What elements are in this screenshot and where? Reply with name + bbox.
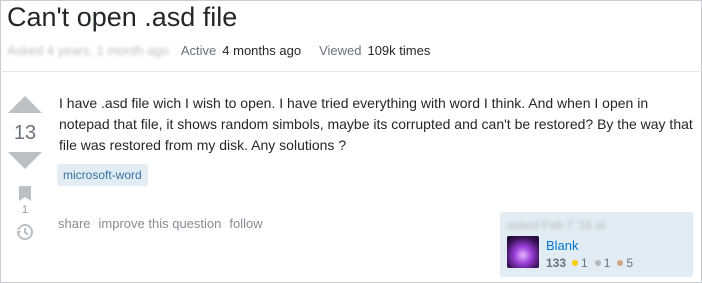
viewed-value: 109k times (367, 43, 431, 58)
vote-count: 13 (13, 122, 37, 144)
asked-date-blurred: Asked 4 years, 1 month ago (7, 43, 169, 58)
down-vote-arrow-icon[interactable] (8, 152, 42, 169)
page-title[interactable]: Can't open .asd file (7, 2, 237, 33)
follow-link[interactable]: follow (229, 216, 262, 231)
silver-badge-icon (594, 260, 601, 266)
up-vote-arrow-icon[interactable] (8, 96, 42, 113)
bronze-badge-icon (617, 260, 624, 266)
vote-cell: 13 1 (8, 96, 42, 242)
avatar[interactable] (507, 236, 539, 268)
viewed-label: Viewed (319, 43, 362, 58)
gold-badge-icon (572, 260, 579, 266)
active-value[interactable]: 4 months ago (222, 43, 301, 58)
bronze-badge-count: 5 (626, 256, 634, 270)
header-divider (0, 71, 700, 72)
tag-microsoft-word[interactable]: microsoft-word (57, 164, 148, 186)
question-meta: Asked 4 years, 1 month ago Active 4 mont… (7, 43, 430, 58)
asked-date-blurred: asked Feb 7 '16 at (507, 218, 606, 232)
bookmark-count: 1 (21, 204, 29, 216)
share-link[interactable]: share (58, 216, 91, 231)
gold-badge-count: 1 (581, 256, 588, 270)
improve-question-link[interactable]: improve this question (99, 216, 222, 231)
user-name[interactable]: Blank (546, 238, 579, 253)
user-reputation: 133 1 1 5 (546, 256, 637, 270)
bookmark-icon[interactable] (19, 186, 31, 201)
silver-badge-count: 1 (603, 256, 611, 270)
question-body: I have .asd file wich I wish to open. I … (59, 95, 693, 153)
post-menu: share improve this question follow (58, 216, 263, 231)
reputation-score: 133 (546, 256, 567, 270)
active-label: Active (180, 43, 217, 58)
history-icon[interactable] (15, 222, 35, 242)
user-card: asked Feb 7 '16 at Blank 133 1 1 5 (500, 212, 693, 277)
